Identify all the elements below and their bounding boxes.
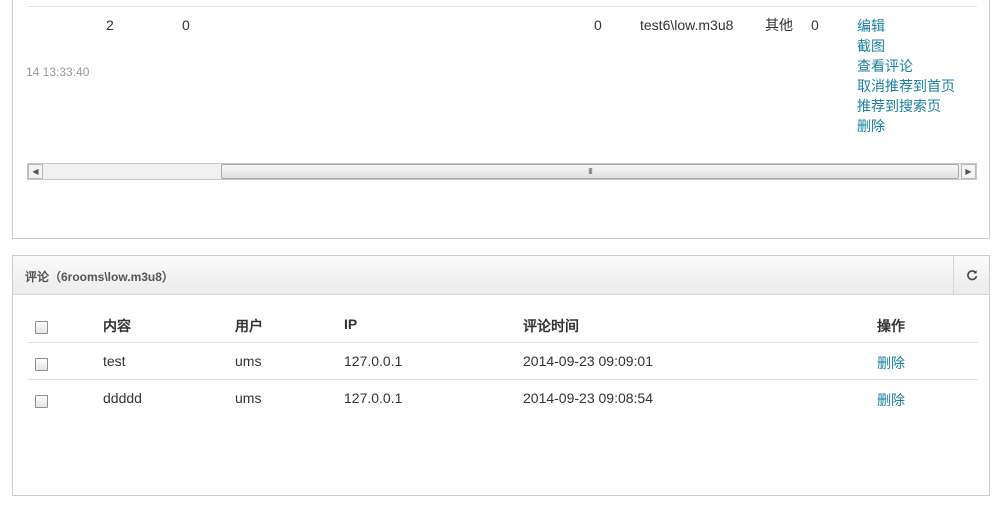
- unrecommend-home-link[interactable]: 取消推荐到首页: [857, 76, 955, 96]
- views-cell: 0: [182, 17, 190, 33]
- col-header-ip: IP: [344, 316, 358, 332]
- recommend-search-link[interactable]: 推荐到搜索页: [857, 96, 955, 116]
- comment-user: ums: [235, 390, 262, 406]
- video-list-panel: [12, 0, 990, 239]
- upload-time-cell: 14 13:33:40: [26, 65, 90, 79]
- delete-comment-link[interactable]: 删除: [877, 390, 905, 410]
- comments-title: 评论（6rooms\low.m3u8）: [25, 270, 174, 284]
- comment-user: ums: [235, 353, 262, 369]
- scroll-left-arrow-icon[interactable]: ◀: [28, 164, 43, 179]
- comments-panel-header: 评论（6rooms\low.m3u8）: [13, 256, 989, 295]
- view-comments-link[interactable]: 查看评论: [857, 56, 955, 76]
- table-divider: [28, 379, 978, 380]
- comment-ip: 127.0.0.1: [344, 353, 403, 369]
- comments-count-cell: 0: [594, 17, 602, 33]
- horizontal-scrollbar[interactable]: ◀ III ▶: [27, 163, 977, 180]
- scrollbar-thumb[interactable]: III: [221, 164, 959, 179]
- refresh-icon: [967, 270, 978, 281]
- comment-time: 2014-09-23 09:09:01: [523, 353, 653, 369]
- col-header-actions: 操作: [877, 318, 905, 334]
- comment-ip: 127.0.0.1: [344, 390, 403, 406]
- comment-content: ddddd: [103, 390, 142, 406]
- row-checkbox[interactable]: [35, 395, 48, 408]
- edit-link[interactable]: 编辑: [857, 16, 955, 36]
- col-header-time: 评论时间: [523, 318, 579, 334]
- comments-panel: 评论（6rooms\low.m3u8） 内容 用户 IP 评论时间 操作 tes…: [12, 255, 990, 496]
- col-header-content: 内容: [103, 318, 131, 334]
- scrollbar-grip-icon: III: [588, 167, 593, 176]
- refresh-button[interactable]: [953, 256, 989, 294]
- comment-content: test: [103, 353, 126, 369]
- select-all-checkbox[interactable]: [35, 321, 48, 334]
- file-path-cell: test6\low.m3u8: [640, 17, 734, 33]
- delete-comment-link[interactable]: 删除: [877, 353, 905, 373]
- screenshot-link[interactable]: 截图: [857, 36, 955, 56]
- category-cell: 其他: [765, 17, 793, 33]
- scroll-right-arrow-icon[interactable]: ▶: [961, 164, 976, 179]
- table-divider: [28, 342, 978, 343]
- delete-video-link[interactable]: 删除: [857, 116, 955, 136]
- row-checkbox[interactable]: [35, 358, 48, 371]
- count-cell: 2: [106, 17, 114, 33]
- col-header-user: 用户: [235, 318, 263, 334]
- row-actions: 编辑 截图 查看评论 取消推荐到首页 推荐到搜索页 删除: [857, 16, 955, 136]
- row-divider: [27, 6, 977, 7]
- comment-time: 2014-09-23 09:08:54: [523, 390, 653, 406]
- status-cell: 0: [811, 17, 819, 33]
